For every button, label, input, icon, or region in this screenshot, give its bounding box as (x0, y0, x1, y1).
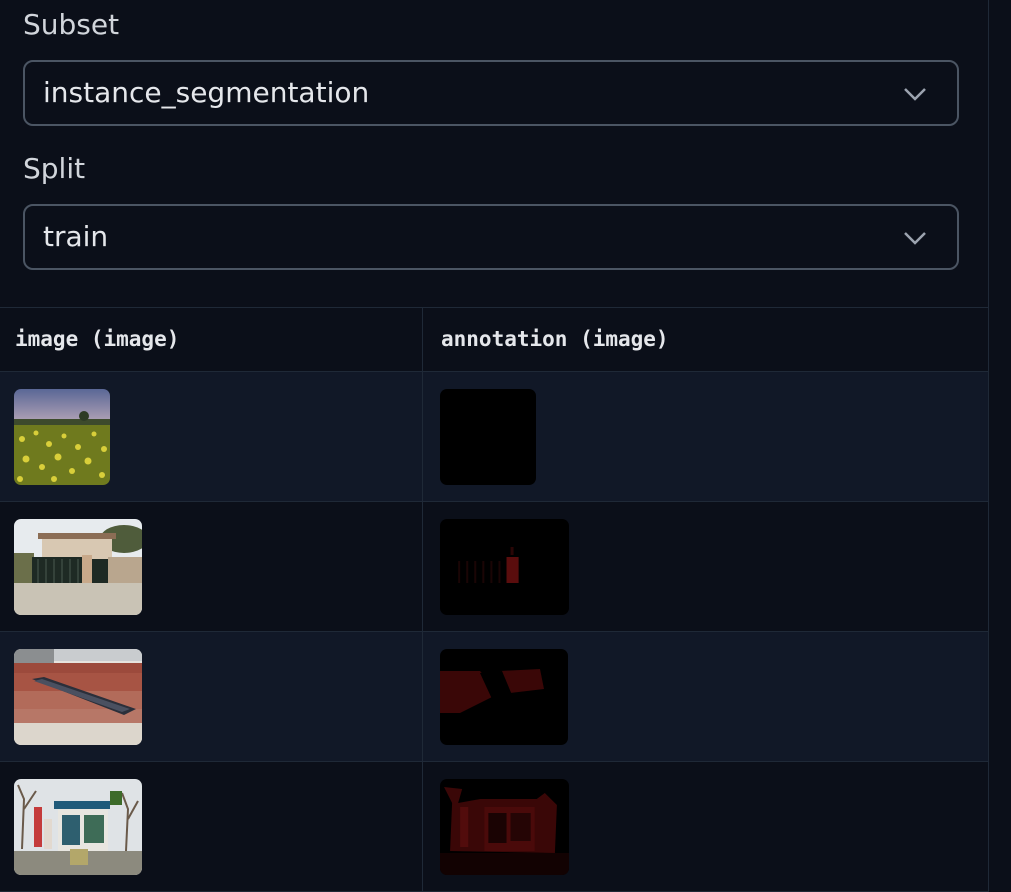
subset-select[interactable]: instance_segmentation (23, 60, 959, 126)
split-select[interactable]: train (23, 204, 959, 270)
subset-label: Subset (23, 8, 120, 41)
annotation-thumbnail-kiosk[interactable] (440, 779, 569, 875)
chevron-down-icon (904, 88, 926, 101)
image-thumbnail-ramp[interactable] (14, 649, 142, 745)
column-divider (422, 307, 423, 892)
panel-divider (988, 0, 989, 892)
split-value: train (43, 220, 109, 253)
chevron-down-icon (904, 232, 926, 245)
image-thumbnail-field[interactable] (14, 389, 110, 485)
annotation-thumbnail-black[interactable] (440, 389, 536, 485)
subset-value: instance_segmentation (43, 76, 370, 109)
image-thumbnail-gate[interactable] (14, 519, 142, 615)
annotation-thumbnail-gate[interactable] (440, 519, 569, 615)
table-row (0, 632, 988, 762)
data-table: image (image) annotation (image) (0, 307, 988, 892)
column-header-annotation[interactable]: annotation (image) (441, 327, 669, 351)
image-thumbnail-kiosk[interactable] (14, 779, 142, 875)
dataset-viewer: Subset instance_segmentation Split train… (0, 0, 988, 892)
split-label: Split (23, 152, 86, 185)
table-row (0, 502, 988, 632)
table-row (0, 372, 988, 502)
table-row (0, 762, 988, 892)
column-header-image[interactable]: image (image) (15, 327, 179, 351)
annotation-thumbnail-ramp[interactable] (440, 649, 568, 745)
table-header: image (image) annotation (image) (0, 307, 988, 372)
